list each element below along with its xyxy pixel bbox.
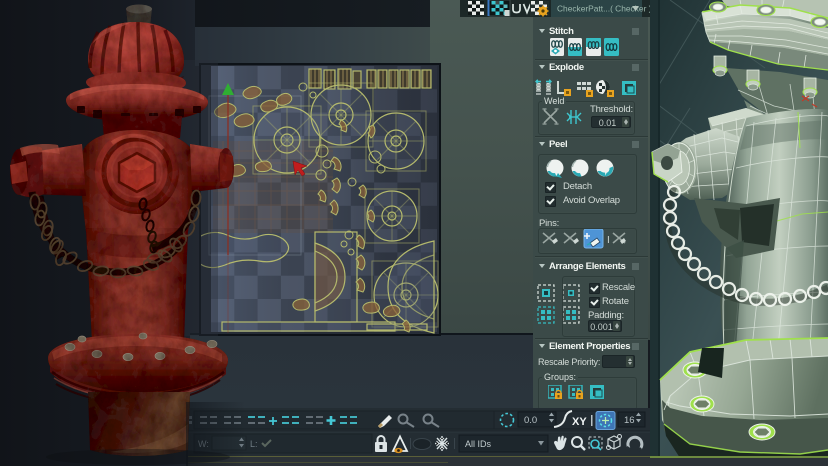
svg-text:16: 16 xyxy=(624,415,635,426)
svg-text:XY: XY xyxy=(572,416,587,428)
svg-text:I: I xyxy=(607,235,610,246)
svg-text:0.0: 0.0 xyxy=(524,415,537,426)
svg-text:L:: L: xyxy=(250,439,258,449)
svg-text:CheckerPatt...( Checker ): CheckerPatt...( Checker ) xyxy=(557,4,652,14)
svg-text:All IDs: All IDs xyxy=(465,439,492,449)
